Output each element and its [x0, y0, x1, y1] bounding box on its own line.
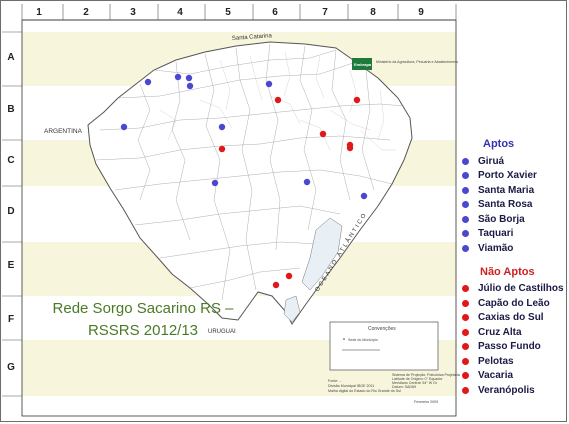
- nao-apto-point: [319, 130, 327, 138]
- legend-apto-item: Taquari: [456, 227, 566, 242]
- column-label: 9: [418, 7, 424, 18]
- map-title: Rede Sorgo Sacarino RS – RSSRS 2012/13: [18, 298, 268, 342]
- legend-nao-apto-label: Vacaria: [478, 370, 514, 382]
- legend-nao-apto-item: Passo Fundo: [456, 340, 566, 355]
- legend-apto-label: Santa Rosa: [478, 199, 533, 211]
- legend-apto-item: Viamão: [456, 241, 566, 256]
- apto-point: [303, 178, 311, 186]
- legend-apto-item: Porto Xavier: [456, 169, 566, 184]
- legend-apto-label: Viamão: [478, 242, 514, 254]
- column-label: 1: [36, 7, 42, 18]
- legend-nao-apto-label: Veranópolis: [478, 384, 535, 396]
- legend-apto-label: Santa Maria: [478, 184, 535, 196]
- legend-apto-bullet-icon: [462, 172, 469, 180]
- column-label: 2: [83, 7, 89, 18]
- column-label: 3: [130, 7, 136, 18]
- nao-apto-point: [285, 272, 293, 280]
- legend-nao-apto-item: Pelotas: [456, 354, 566, 369]
- legend-apto-bullet-icon: [462, 186, 469, 194]
- legend-nao-apto-label: Caxias do Sul: [478, 312, 544, 324]
- legend-nao-apto-bullet-icon: [462, 285, 469, 293]
- row-label: G: [7, 362, 15, 373]
- map-title-line-1: Rede Sorgo Sacarino RS –: [52, 300, 234, 317]
- column-labels: 1 2 3 4 5 6 7 8 9: [36, 7, 424, 18]
- legend-apto-label: São Borja: [478, 213, 525, 225]
- legend-apto-bullet-icon: [462, 215, 469, 223]
- row-label: A: [7, 52, 14, 63]
- legend-nao-apto-bullet-icon: [462, 314, 469, 322]
- legend-nao-aptos-list: Júlio de Castilhos Capão do Leão Caxias do…: [456, 282, 566, 398]
- legend-apto-item: Santa Rosa: [456, 198, 566, 213]
- apto-point: [174, 73, 182, 81]
- legend-nao-apto-item: Vacaria: [456, 369, 566, 384]
- legend-nao-apto-item: Cruz Alta: [456, 325, 566, 340]
- column-label: 8: [370, 7, 376, 18]
- legend-apto-item: Santa Maria: [456, 183, 566, 198]
- column-label: 7: [322, 7, 328, 18]
- nao-apto-point: [272, 281, 280, 289]
- legend-nao-apto-item: Veranópolis: [456, 383, 566, 398]
- legend-nao-apto-item: Júlio de Castilhos: [456, 282, 566, 297]
- row-label: D: [7, 206, 14, 217]
- legend-apto-item: Giruá: [456, 154, 566, 169]
- column-label: 5: [225, 7, 231, 18]
- row-label: F: [8, 314, 14, 325]
- row-label: E: [8, 260, 15, 271]
- legend-apto-bullet-icon: [462, 230, 469, 238]
- conventions-title: Convenções: [368, 326, 396, 332]
- legend-nao-apto-bullet-icon: [462, 357, 469, 365]
- nao-apto-point: [353, 96, 361, 104]
- apto-point: [265, 80, 273, 88]
- apto-point: [185, 74, 193, 82]
- legend-apto-bullet-icon: [462, 157, 469, 165]
- legend-nao-apto-label: Capão do Leão: [478, 297, 550, 309]
- legend-nao-apto-bullet-icon: [462, 343, 469, 351]
- legend-apto-bullet-icon: [462, 244, 469, 252]
- legend-nao-apto-label: Júlio de Castilhos: [478, 283, 564, 295]
- nao-apto-point: [218, 145, 226, 153]
- apto-point: [186, 82, 194, 90]
- source-line-3: Malha digital do Estado do Rio Grande do…: [328, 389, 401, 393]
- map-title-line-2: RSSRS 2012/13: [87, 322, 199, 339]
- row-label: C: [7, 155, 14, 166]
- conventions-item: Sede do Município: [348, 338, 378, 342]
- apto-point: [218, 123, 226, 131]
- ministry-text: Ministério da Agricultura, Pecuária e Ab…: [376, 60, 458, 64]
- legend-nao-apto-item: Caxias do Sul: [456, 311, 566, 326]
- legend-aptos-title: Aptos: [483, 138, 515, 150]
- label-argentina: ARGENTINA: [44, 128, 83, 135]
- legend-nao-apto-bullet-icon: [462, 372, 469, 380]
- legend-apto-bullet-icon: [462, 201, 469, 209]
- legend: Aptos Giruá Porto Xavier Santa Maria Santa …: [456, 138, 566, 398]
- apto-point: [120, 123, 128, 131]
- legend-apto-label: Taquari: [478, 228, 514, 240]
- embrapa-logo-text: Embrapa: [354, 62, 372, 67]
- apto-point: [211, 179, 219, 187]
- source-line-1: Fonte: ...: [328, 379, 342, 383]
- column-label: 6: [272, 7, 278, 18]
- legend-apto-label: Giruá: [478, 155, 505, 167]
- legend-nao-apto-bullet-icon: [462, 299, 469, 307]
- row-labels: A B C D E F G: [7, 52, 15, 373]
- nao-apto-point: [274, 96, 282, 104]
- legend-nao-apto-label: Passo Fundo: [478, 341, 541, 353]
- source-line-2: Divisão Municipal IBGE 2011: [328, 384, 374, 388]
- legend-nao-apto-item: Capão do Leão: [456, 296, 566, 311]
- column-label: 4: [177, 7, 183, 18]
- nao-apto-point: [346, 144, 354, 152]
- legend-nao-apto-label: Cruz Alta: [478, 326, 522, 338]
- row-label: B: [7, 104, 14, 115]
- legend-nao-apto-bullet-icon: [462, 328, 469, 336]
- legend-apto-item: São Borja: [456, 212, 566, 227]
- apto-point: [144, 78, 152, 86]
- map-panel: ARGENTINA URUGUAI Santa Catarina OCEANO …: [0, 0, 462, 422]
- apto-point: [360, 192, 368, 200]
- legend-aptos-list: Giruá Porto Xavier Santa Maria Santa Rosa Sã…: [456, 154, 566, 256]
- legend-apto-label: Porto Xavier: [478, 170, 537, 182]
- legend-nao-aptos-title: Não Aptos: [480, 265, 535, 278]
- footer-date: Fevereiro 2009: [414, 400, 438, 404]
- legend-nao-apto-bullet-icon: [462, 386, 469, 394]
- map-canvas: ARGENTINA URUGUAI Santa Catarina OCEANO …: [2, 4, 460, 417]
- legend-nao-apto-label: Pelotas: [478, 355, 514, 367]
